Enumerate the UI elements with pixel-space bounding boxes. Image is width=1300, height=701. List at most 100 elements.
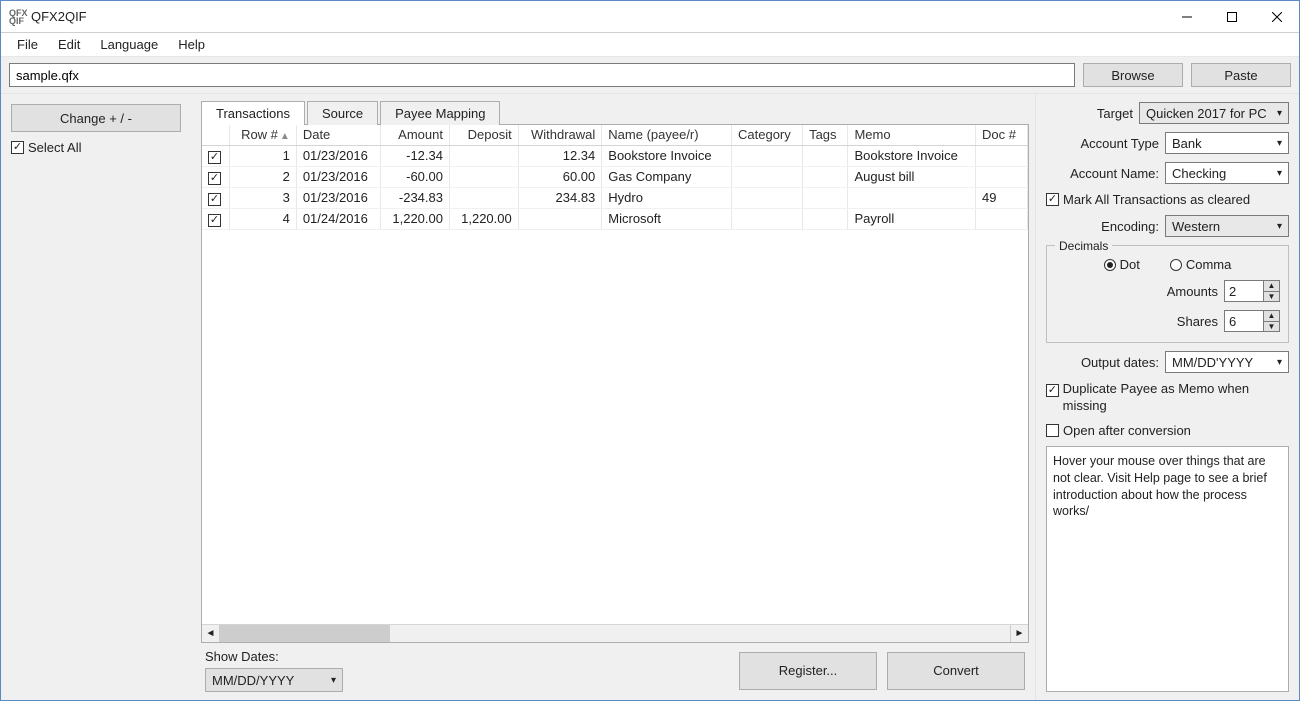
maximize-button[interactable] (1209, 1, 1254, 32)
minimize-button[interactable] (1164, 1, 1209, 32)
select-all-row[interactable]: Select All (11, 140, 191, 155)
col-memo[interactable]: Memo (848, 125, 976, 145)
cell-name: Bookstore Invoice (602, 145, 732, 166)
scroll-right-icon[interactable]: ► (1010, 625, 1028, 642)
tab-payee-mapping[interactable]: Payee Mapping (380, 101, 500, 125)
col-category[interactable]: Category (732, 125, 803, 145)
select-all-checkbox[interactable] (11, 141, 24, 154)
encoding-select[interactable]: Western ▾ (1165, 215, 1289, 237)
menu-language[interactable]: Language (90, 35, 168, 54)
table-row[interactable]: 401/24/20161,220.001,220.00MicrosoftPayr… (202, 208, 1028, 229)
dup-payee-checkbox[interactable] (1046, 384, 1059, 397)
open-after-row[interactable]: Open after conversion (1046, 423, 1289, 438)
menu-file[interactable]: File (7, 35, 48, 54)
shares-stepper[interactable]: 6 ▲▼ (1224, 310, 1280, 332)
cell-row: 3 (230, 187, 297, 208)
menu-edit[interactable]: Edit (48, 35, 90, 54)
spin-up-icon[interactable]: ▲ (1264, 311, 1279, 322)
spin-down-icon[interactable]: ▼ (1264, 292, 1279, 302)
cell-doc (976, 208, 1028, 229)
row-checkbox[interactable] (208, 193, 221, 206)
spin-up-icon[interactable]: ▲ (1264, 281, 1279, 292)
mark-cleared-row[interactable]: Mark All Transactions as cleared (1046, 192, 1289, 207)
target-select[interactable]: Quicken 2017 for PC ▾ (1139, 102, 1289, 124)
center-panel: Transactions Source Payee Mapping Row #▲… (201, 94, 1035, 700)
account-type-label: Account Type (1046, 136, 1159, 151)
cell-withdrawal (518, 208, 602, 229)
col-withdrawal[interactable]: Withdrawal (518, 125, 602, 145)
col-deposit[interactable]: Deposit (449, 125, 518, 145)
browse-button[interactable]: Browse (1083, 63, 1183, 87)
spin-down-icon[interactable]: ▼ (1264, 322, 1279, 332)
register-button[interactable]: Register... (739, 652, 877, 690)
col-date[interactable]: Date (296, 125, 380, 145)
decimal-comma-radio[interactable] (1170, 259, 1182, 271)
col-doc[interactable]: Doc # (976, 125, 1028, 145)
app-icon: QFXQIF (9, 9, 25, 25)
file-toolbar: Browse Paste (1, 57, 1299, 94)
show-dates-label: Show Dates: (205, 649, 343, 664)
window-title: QFX2QIF (31, 9, 1164, 24)
cell-category (732, 187, 803, 208)
mark-cleared-checkbox[interactable] (1046, 193, 1059, 206)
decimal-dot-radio[interactable] (1104, 259, 1116, 271)
cell-amount: -60.00 (381, 166, 450, 187)
tabs: Transactions Source Payee Mapping (201, 98, 1029, 124)
tab-body: Row #▲ Date Amount Deposit Withdrawal Na… (201, 124, 1029, 643)
select-all-label: Select All (28, 140, 81, 155)
col-tags[interactable]: Tags (803, 125, 848, 145)
chevron-down-icon: ▾ (1277, 221, 1282, 232)
encoding-label: Encoding: (1046, 219, 1159, 234)
table-row[interactable]: 101/23/2016-12.3412.34Bookstore InvoiceB… (202, 145, 1028, 166)
tab-source[interactable]: Source (307, 101, 378, 125)
decimal-comma-row[interactable]: Comma (1170, 257, 1232, 272)
row-checkbox[interactable] (208, 172, 221, 185)
window-controls (1164, 1, 1299, 32)
cell-tags (803, 166, 848, 187)
output-dates-select[interactable]: MM/DD'YYYY ▾ (1165, 351, 1289, 373)
cell-amount: -234.83 (381, 187, 450, 208)
account-type-select[interactable]: Bank ▾ (1165, 132, 1289, 154)
date-format-value: MM/DD/YYYY (212, 673, 294, 688)
cell-doc: 49 (976, 187, 1028, 208)
table-row[interactable]: 301/23/2016-234.83234.83Hydro49 (202, 187, 1028, 208)
row-checkbox[interactable] (208, 151, 221, 164)
col-amount[interactable]: Amount (381, 125, 450, 145)
cell-row: 2 (230, 166, 297, 187)
col-name[interactable]: Name (payee/r) (602, 125, 732, 145)
paste-button[interactable]: Paste (1191, 63, 1291, 87)
col-row[interactable]: Row #▲ (230, 125, 297, 145)
amounts-stepper[interactable]: 2 ▲▼ (1224, 280, 1280, 302)
col-checkbox[interactable] (202, 125, 230, 145)
app-window: QFXQIF QFX2QIF File Edit Language Help B… (0, 0, 1300, 701)
tab-transactions[interactable]: Transactions (201, 101, 305, 125)
cell-date: 01/24/2016 (296, 208, 380, 229)
table-row[interactable]: 201/23/2016-60.0060.00Gas CompanyAugust … (202, 166, 1028, 187)
cell-category (732, 166, 803, 187)
open-after-label: Open after conversion (1063, 423, 1191, 438)
cell-date: 01/23/2016 (296, 187, 380, 208)
horizontal-scrollbar[interactable]: ◄ ► (202, 624, 1028, 642)
change-sign-button[interactable]: Change + / - (11, 104, 181, 132)
cell-deposit (449, 187, 518, 208)
decimal-dot-row[interactable]: Dot (1104, 257, 1140, 272)
close-button[interactable] (1254, 1, 1299, 32)
dup-payee-row[interactable]: Duplicate Payee as Memo when missing (1046, 381, 1289, 415)
row-checkbox[interactable] (208, 214, 221, 227)
scroll-left-icon[interactable]: ◄ (202, 625, 220, 642)
titlebar: QFXQIF QFX2QIF (1, 1, 1299, 33)
chevron-down-icon: ▾ (331, 675, 336, 686)
account-name-select[interactable]: Checking ▾ (1165, 162, 1289, 184)
date-format-select[interactable]: MM/DD/YYYY ▾ (205, 668, 343, 692)
menu-help[interactable]: Help (168, 35, 215, 54)
scroll-thumb[interactable] (220, 625, 390, 642)
cell-category (732, 145, 803, 166)
source-file-input[interactable] (9, 63, 1075, 87)
open-after-checkbox[interactable] (1046, 424, 1059, 437)
convert-button[interactable]: Convert (887, 652, 1025, 690)
shares-label: Shares (1055, 314, 1218, 329)
cell-deposit: 1,220.00 (449, 208, 518, 229)
maximize-icon (1227, 12, 1237, 22)
decimal-dot-label: Dot (1120, 257, 1140, 272)
minimize-icon (1182, 12, 1192, 22)
